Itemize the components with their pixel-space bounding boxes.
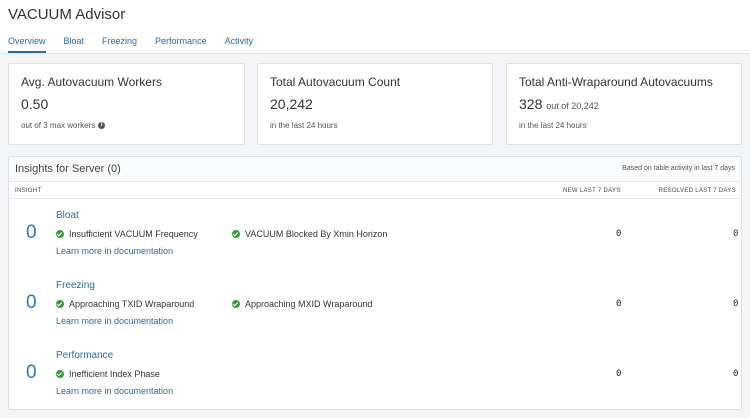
table-header: INSIGHT NEW LAST 7 DAYS RESOLVED LAST 7 … [9,182,741,199]
insights-header: Insights for Server (0) Based on table a… [9,157,741,182]
card-foot: in the last 24 hours [519,121,587,130]
learn-more-link[interactable]: Learn more in documentation [56,386,173,396]
info-icon[interactable]: i [98,122,106,129]
check-circle-icon [56,300,64,308]
card-value-number: 0.50 [21,96,49,112]
insight-count: 0 [26,292,37,313]
insight-name-link[interactable]: Performance [56,350,113,361]
card-value-sub: out of 20,242 [546,101,599,111]
check-circle-icon [232,230,240,238]
tab-performance[interactable]: Performance [155,36,207,53]
new-count: 0 [616,229,622,239]
card-foot-text: out of 3 max workers [21,121,96,130]
insight-name-link[interactable]: Freezing [56,280,95,291]
insights-panel: Insights for Server (0) Based on table a… [8,156,742,410]
insight-count: 0 [26,222,37,243]
col-new: NEW LAST 7 DAYS [563,188,621,194]
tab-overview[interactable]: Overview [8,36,46,53]
check-item: Inefficient Index Phase [56,369,160,379]
check-circle-icon [232,300,240,308]
learn-more-link[interactable]: Learn more in documentation [56,246,173,256]
card-title: Avg. Autovacuum Workers [21,75,162,89]
card-autovacuum-count: Total Autovacuum Count 20,242 in the las… [257,63,493,145]
new-count: 0 [616,369,622,379]
resolved-count: 0 [733,299,739,309]
tab-freezing[interactable]: Freezing [102,36,137,53]
resolved-count: 0 [733,229,739,239]
card-foot: in the last 24 hours [270,121,338,130]
tab-bar: Overview Bloat Freezing Performance Acti… [8,36,271,53]
card-anti-wraparound: Total Anti-Wraparound Autovacuums 328 ou… [506,63,742,145]
check-item: Approaching TXID Wraparound [56,299,194,309]
check-circle-icon [56,370,64,378]
check-circle-icon [56,230,64,238]
card-foot-text: in the last 24 hours [270,121,338,130]
check-item: Insufficient VACUUM Frequency [56,229,198,239]
check-item: Approaching MXID Wraparound [232,299,372,309]
insights-note: Based on table activity in last 7 days [622,165,735,172]
card-title: Total Anti-Wraparound Autovacuums [519,75,713,89]
summary-cards: Avg. Autovacuum Workers 0.50 out of 3 ma… [8,63,742,145]
resolved-count: 0 [733,369,739,379]
check-label: VACUUM Blocked By Xmin Horizon [245,229,388,239]
card-value-number: 20,242 [270,96,313,112]
check-label: Approaching TXID Wraparound [69,299,195,309]
check-label: Approaching MXID Wraparound [245,299,373,309]
learn-more-link[interactable]: Learn more in documentation [56,316,173,326]
check-label: Inefficient Index Phase [69,369,160,379]
col-insight: INSIGHT [15,188,42,194]
card-foot-text: in the last 24 hours [519,121,587,130]
insight-row-performance: 0 Performance Inefficient Index Phase Le… [9,340,741,410]
insight-name-link[interactable]: Bloat [56,210,79,221]
check-label: Insufficient VACUUM Frequency [69,229,198,239]
card-title: Total Autovacuum Count [270,75,401,89]
page-title: VACUUM Advisor [8,6,126,23]
insights-title: Insights for Server (0) [15,163,121,175]
tab-bloat[interactable]: Bloat [64,36,85,53]
insight-count: 0 [26,362,37,383]
card-value: 0.50 [21,96,48,112]
card-avg-workers: Avg. Autovacuum Workers 0.50 out of 3 ma… [8,63,245,145]
check-item: VACUUM Blocked By Xmin Horizon [232,229,387,239]
card-foot: out of 3 max workers i [21,121,106,130]
new-count: 0 [616,299,622,309]
card-value: 328 out of 20,242 [519,96,599,112]
insight-row-freezing: 0 Freezing Approaching TXID Wraparound A… [9,270,741,340]
tab-activity[interactable]: Activity [225,36,254,53]
insight-row-bloat: 0 Bloat Insufficient VACUUM Frequency VA… [9,200,741,270]
card-value: 20,242 [270,96,313,112]
card-value-number: 328 [519,96,543,112]
app-header: VACUUM Advisor Overview Bloat Freezing P… [0,0,750,54]
col-resolved: RESOLVED LAST 7 DAYS [658,188,736,194]
